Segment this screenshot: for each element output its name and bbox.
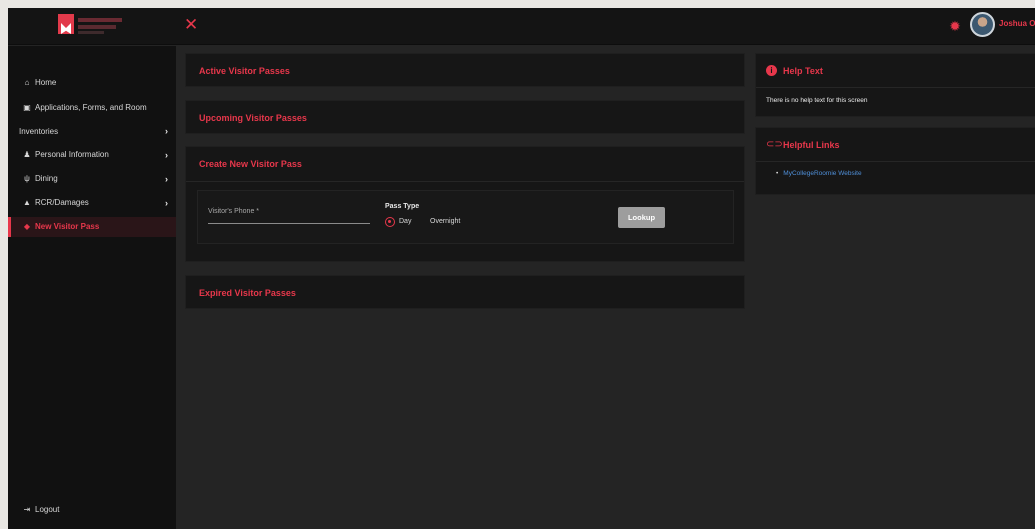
link-icon: ⊂⊃ bbox=[766, 139, 783, 150]
upcoming-passes-panel[interactable]: Upcoming Visitor Passes bbox=[185, 100, 745, 134]
radio-selected-icon bbox=[385, 217, 395, 227]
helpful-links-panel: ⊂⊃ Helpful Links MyCollegeRoomie Website bbox=[755, 127, 1035, 195]
radio-label: Day bbox=[399, 218, 412, 225]
logo-wordmark bbox=[78, 31, 104, 34]
divider bbox=[756, 87, 1035, 88]
chevron-right-icon: › bbox=[165, 150, 168, 160]
radio-label: Overnight bbox=[430, 218, 461, 225]
help-text-panel: i Help Text There is no help text for th… bbox=[755, 53, 1035, 117]
sidebar-item-personal-information[interactable]: ♟ Personal Information › bbox=[8, 145, 176, 165]
sun-icon[interactable]: ✹ bbox=[946, 17, 964, 35]
sidebar-item-dining[interactable]: ψ Dining › bbox=[8, 169, 176, 189]
sidebar-item-label: Dining bbox=[35, 174, 58, 183]
logout-button[interactable]: ⇥ Logout bbox=[8, 500, 176, 520]
sidebar-item-rcr-damages[interactable]: ▲ RCR/Damages › bbox=[8, 193, 176, 213]
sidebar-item-applications[interactable]: ▣ Applications, Forms, and Room bbox=[8, 98, 176, 118]
help-text-title: Help Text bbox=[783, 66, 823, 76]
person-icon: ♟ bbox=[23, 150, 31, 159]
sidebar: ⌂ Home ▣ Applications, Forms, and Room I… bbox=[8, 46, 176, 529]
sidebar-item-label: Personal Information bbox=[35, 150, 109, 159]
sidebar-item-label: Home bbox=[35, 78, 57, 87]
ticket-icon: ◆ bbox=[23, 222, 31, 231]
sidebar-item-label: RCR/Damages bbox=[35, 198, 89, 207]
avatar[interactable] bbox=[970, 12, 995, 37]
expired-passes-title[interactable]: Expired Visitor Passes bbox=[199, 276, 296, 310]
sidebar-chevron-row: › bbox=[8, 121, 176, 141]
top-bar: ✕ ✹ Joshua Or bbox=[8, 8, 1035, 45]
pass-type-day-radio[interactable]: Day bbox=[385, 215, 425, 229]
divider bbox=[186, 181, 744, 182]
visitor-phone-input[interactable]: Visitor's Phone * bbox=[208, 202, 370, 224]
logout-icon: ⇥ bbox=[23, 505, 31, 514]
helpful-links-title: Helpful Links bbox=[783, 140, 840, 150]
close-menu-icon[interactable]: ✕ bbox=[184, 15, 200, 35]
create-pass-title: Create New Visitor Pass bbox=[199, 159, 302, 169]
logo-wordmark bbox=[78, 25, 116, 29]
create-pass-form: Visitor's Phone * Pass Type Day Overnigh… bbox=[197, 190, 734, 244]
active-passes-title[interactable]: Active Visitor Passes bbox=[199, 54, 290, 88]
logo-wordmark bbox=[78, 18, 122, 22]
upcoming-passes-title[interactable]: Upcoming Visitor Passes bbox=[199, 101, 307, 135]
info-icon: i bbox=[766, 65, 777, 76]
expired-passes-panel[interactable]: Expired Visitor Passes bbox=[185, 275, 745, 309]
sidebar-item-label: Applications, Forms, and Room bbox=[35, 103, 147, 112]
home-icon: ⌂ bbox=[24, 78, 30, 87]
chevron-right-icon[interactable]: › bbox=[165, 121, 173, 141]
link-mycollegeroomie[interactable]: MyCollegeRoomie Website bbox=[776, 168, 976, 180]
create-pass-panel: Create New Visitor Pass Visitor's Phone … bbox=[185, 146, 745, 262]
help-text-body: There is no help text for this screen bbox=[766, 97, 868, 104]
lookup-button[interactable]: Lookup bbox=[618, 207, 665, 228]
chevron-right-icon: › bbox=[165, 198, 168, 208]
active-passes-panel[interactable]: Active Visitor Passes bbox=[185, 53, 745, 87]
chevron-right-icon: › bbox=[165, 174, 168, 184]
sidebar-item-new-visitor-pass[interactable]: ◆ New Visitor Pass bbox=[8, 217, 176, 237]
divider bbox=[756, 161, 1035, 162]
clipboard-icon: ▣ bbox=[23, 103, 31, 112]
university-logo[interactable] bbox=[56, 12, 136, 40]
pass-type-overnight-radio[interactable]: Overnight bbox=[430, 215, 480, 229]
sidebar-item-label: New Visitor Pass bbox=[35, 222, 100, 231]
warning-icon: ▲ bbox=[23, 198, 31, 207]
pass-type-label: Pass Type bbox=[385, 203, 420, 210]
logo-mark-icon bbox=[58, 14, 74, 34]
app-window: ✕ ✹ Joshua Or ⌂ Home ▣ Applications, For… bbox=[8, 8, 1035, 529]
user-name[interactable]: Joshua Or bbox=[999, 19, 1035, 31]
utensils-icon: ψ bbox=[24, 174, 30, 183]
logout-label: Logout bbox=[35, 505, 60, 514]
sidebar-item-home[interactable]: ⌂ Home bbox=[8, 73, 176, 93]
